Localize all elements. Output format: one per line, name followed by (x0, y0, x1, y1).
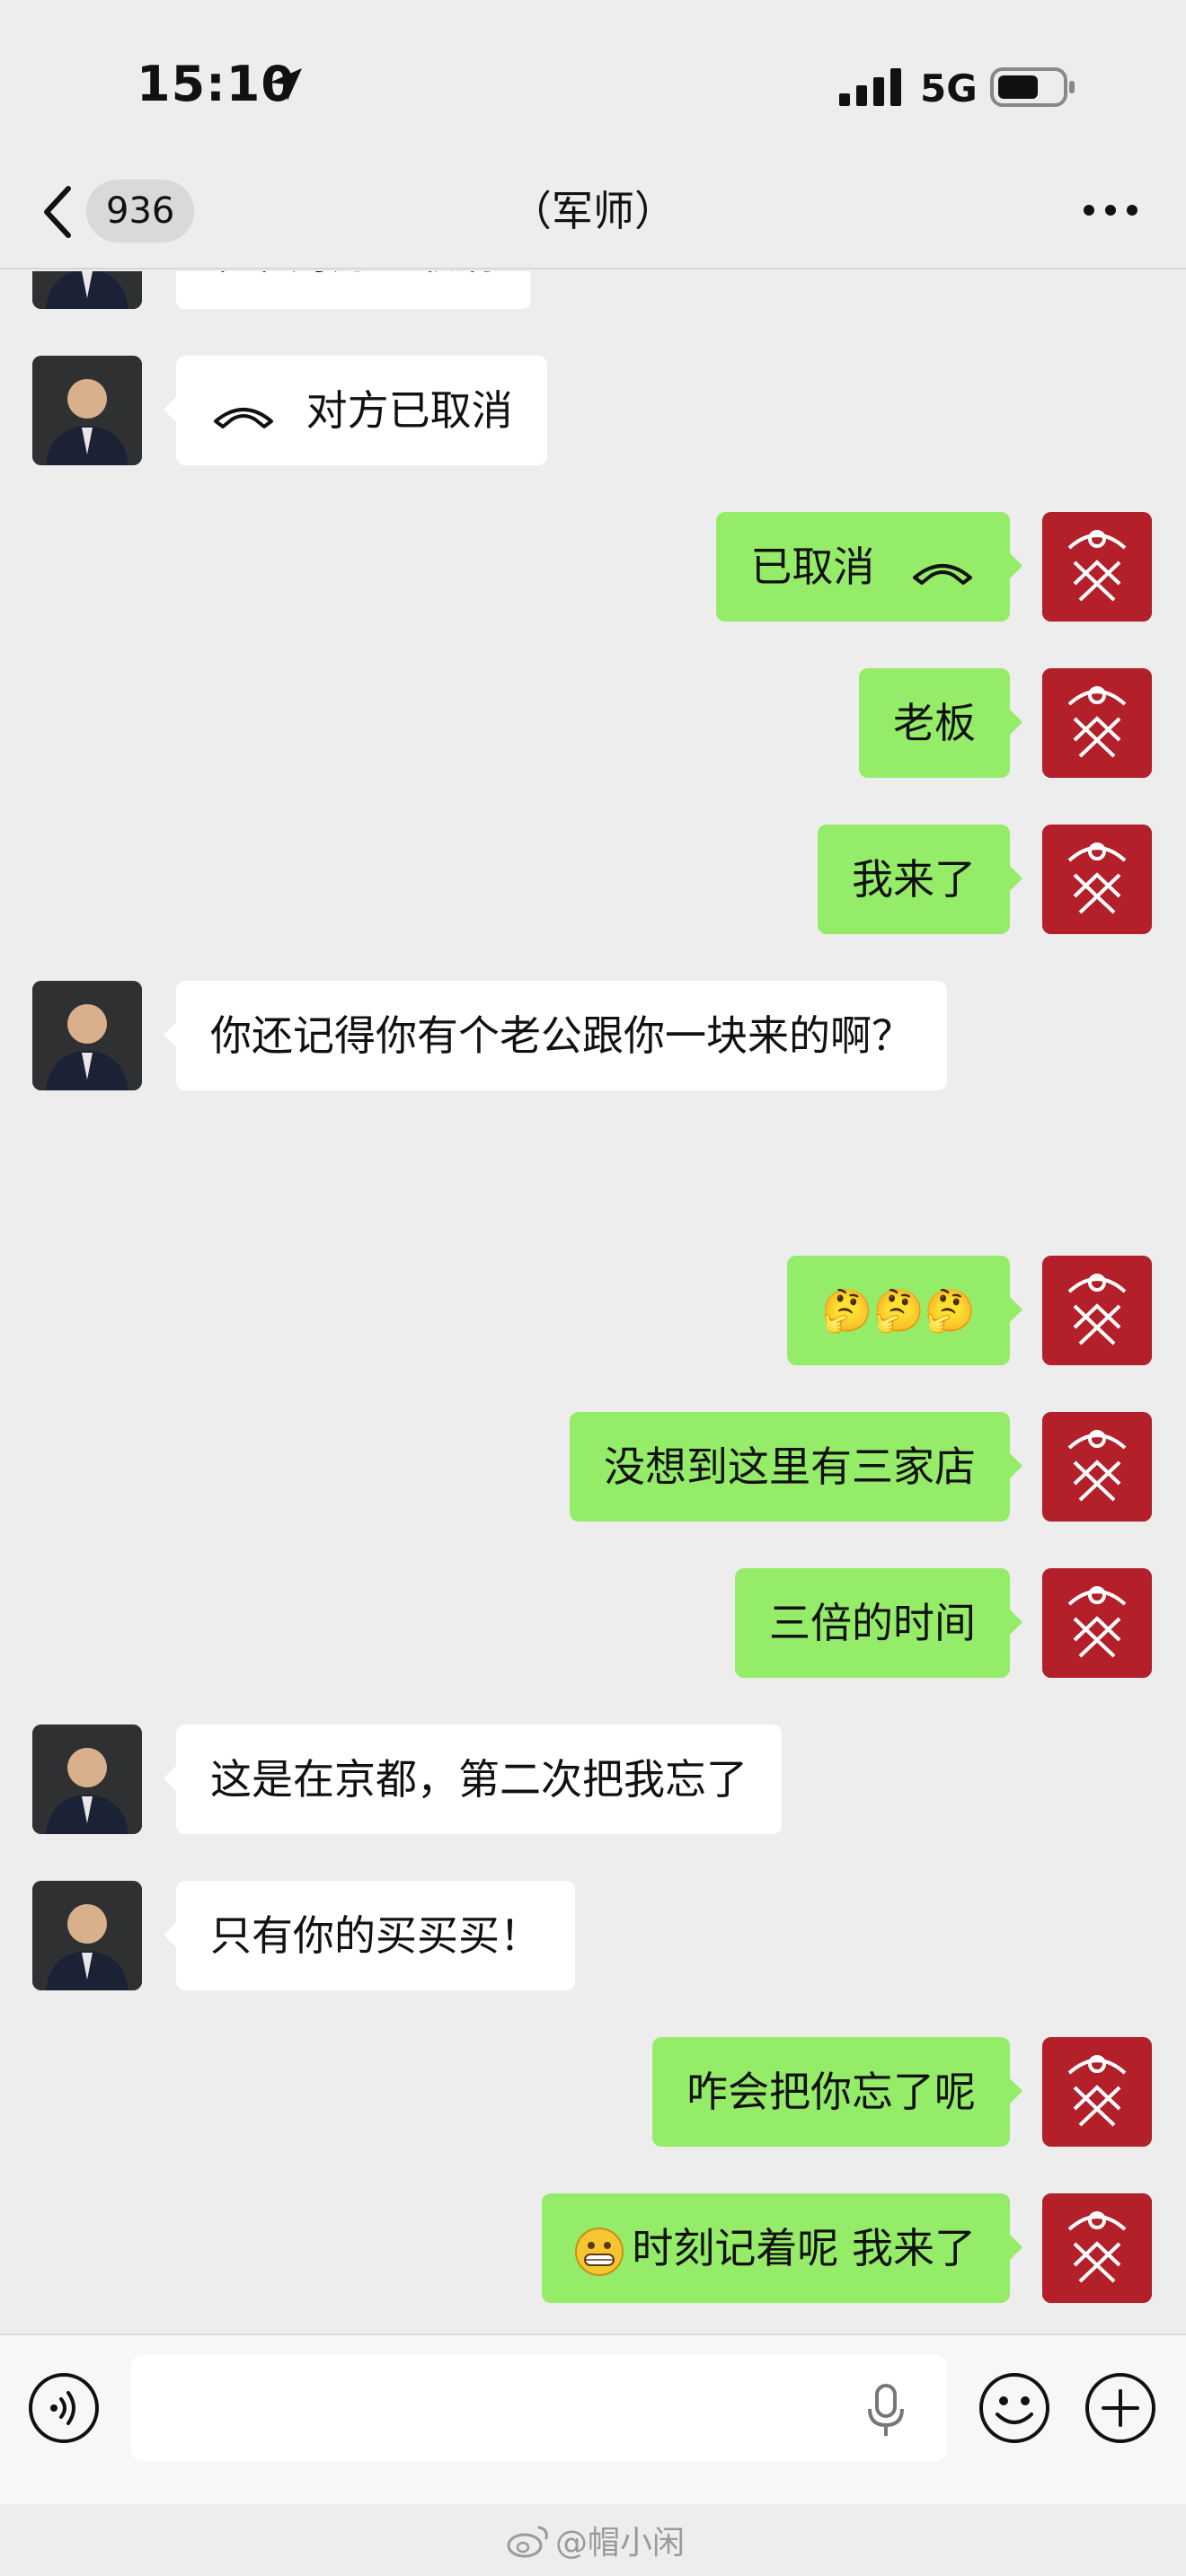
message-text: 我来了 (852, 855, 976, 904)
message-text: 对方已取消 (305, 386, 513, 435)
message-text: 咋会把你忘了呢 (686, 2068, 976, 2116)
message-bubble[interactable]: 🤔🤔🤔 (787, 1256, 1022, 1365)
voice-input-icon[interactable] (27, 2371, 101, 2445)
message-text: 这是在京都，第二次把我忘了 (210, 1755, 748, 1804)
message-text: 三倍的时间 (769, 1599, 976, 1647)
message-text: 老板 (893, 699, 976, 747)
contact-avatar[interactable] (32, 1881, 142, 1990)
my-avatar[interactable] (1042, 1412, 1152, 1522)
my-avatar[interactable] (1042, 825, 1152, 934)
chat-title: （军师） (510, 187, 676, 235)
network-type: 5G (920, 66, 978, 110)
message-bubble[interactable]: 时刻记着呢 我来了 (542, 2193, 1022, 2303)
message-text: 只有你的买买买！ (210, 1911, 541, 1960)
location-arrow-icon (270, 68, 302, 101)
contact-avatar[interactable] (32, 981, 142, 1090)
call-end-icon (913, 563, 972, 585)
my-avatar[interactable] (1042, 2037, 1152, 2147)
call-end-icon (214, 407, 273, 428)
message-bubble[interactable]: 咋会把你忘了呢 (652, 2037, 1022, 2147)
my-avatar[interactable] (1042, 512, 1152, 622)
weibo-logo-icon (507, 2526, 548, 2558)
battery-icon (990, 67, 1075, 107)
message-bubble[interactable]: 三倍的时间 (735, 1568, 1022, 1678)
my-avatar[interactable] (1042, 1256, 1152, 1365)
more-options-icon[interactable] (1082, 203, 1139, 217)
message-bubble[interactable]: 没想到这里有三家店 (570, 1412, 1022, 1522)
contact-avatar[interactable] (32, 356, 142, 465)
my-avatar[interactable] (1042, 2193, 1152, 2303)
grinning-face-icon (575, 2227, 624, 2276)
message-bubble[interactable]: 我来了 (818, 825, 1022, 934)
my-avatar[interactable] (1042, 668, 1152, 778)
message-bubble[interactable]: 你还记得你有个老公跟你一块来的啊？ (164, 981, 947, 1090)
signal-strength-icon (839, 68, 901, 106)
microphone-icon[interactable] (868, 2384, 904, 2438)
my-avatar[interactable] (1042, 1568, 1152, 1678)
message-bubble[interactable]: 老板 (859, 668, 1022, 778)
message-bubble[interactable]: 已取消 (716, 512, 1022, 622)
message-bubble[interactable]: 这是在京都，第二次把我忘了 (164, 1725, 782, 1834)
more-actions-plus-icon[interactable] (1084, 2371, 1157, 2445)
message-text: 没想到这里有三家店 (604, 1442, 976, 1491)
watermark: @帽小闲 (555, 2525, 686, 2562)
message-input[interactable] (131, 2355, 947, 2461)
message-text: 🤔🤔🤔 (821, 1286, 976, 1335)
message-bubble[interactable]: 只有你的买买买！ (164, 1881, 575, 1990)
message-text: 时刻记着呢 我来了 (632, 2224, 976, 2272)
emoji-picker-icon[interactable] (978, 2371, 1051, 2445)
contact-avatar[interactable] (32, 1725, 142, 1834)
message-text: 已取消 (750, 543, 875, 591)
message-text: 你还记得你有个老公跟你一块来的啊？ (210, 1011, 913, 1060)
message-bubble[interactable]: 对方已取消 (164, 356, 547, 465)
